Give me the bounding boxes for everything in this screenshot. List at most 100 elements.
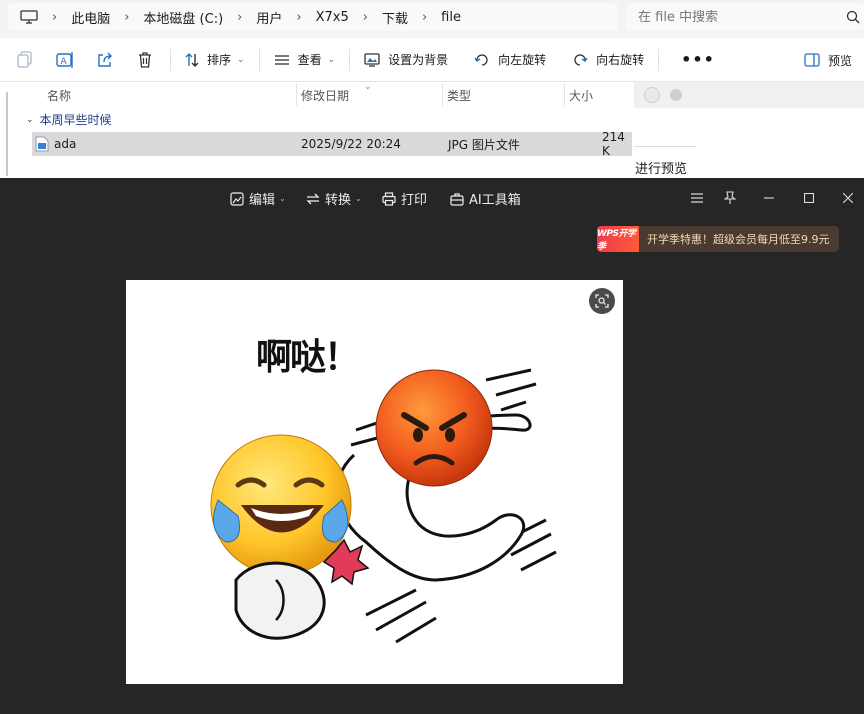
promo-banner[interactable]: WPS开学季 开学季特惠！超级会员每月低至9.9元 [597,226,839,252]
rotate-right-label: 向右旋转 [596,53,645,67]
set-background-button[interactable]: 设置为背景 [356,44,456,76]
file-name: ada [54,137,77,151]
printer-icon [382,191,396,206]
convert-label: 转换 [325,193,352,208]
wallpaper-icon [364,52,380,67]
column-header-type[interactable]: 类型 [447,84,471,106]
ai-toolbox-button[interactable]: AI工具箱 [450,189,521,208]
maximize-button[interactable] [794,186,824,210]
breadcrumb-downloads[interactable]: 下载 [382,8,408,27]
column-divider[interactable] [296,84,297,106]
breadcrumb-local-disk[interactable]: 本地磁盘 (C:) [143,8,223,27]
computer-icon [20,10,38,24]
print-button[interactable]: 打印 [382,189,427,208]
print-label: 打印 [401,193,428,208]
sort-button[interactable]: 排序 ⌄ [177,44,253,76]
preview-message: 进行预览 [635,162,688,177]
search-input[interactable] [638,9,838,25]
image-viewer-window: 编辑 ⌄ 转换 ⌄ 打印 AI工具箱 WPS开学季 开学季特惠！超级会员每月低至… [0,178,864,714]
chevron-down-icon: ⌄ [26,114,34,125]
view-icon [274,54,289,65]
sort-label: 排序 [207,53,232,67]
preview-avatar [644,87,660,103]
sort-indicator-icon: ⌄ [364,82,372,92]
sort-icon [185,52,199,67]
chevron-right-icon: › [124,9,130,25]
file-size: 214 K [602,130,625,158]
group-header[interactable]: ⌄ 本周早些时候 [26,111,112,128]
preview-pane: 进行预览 [632,82,864,178]
search-icon[interactable] [846,10,860,24]
close-button[interactable] [833,186,863,210]
convert-button[interactable]: 转换 ⌄ [306,189,362,208]
scan-icon [595,294,609,308]
breadcrumb-file[interactable]: file [441,10,461,25]
convert-icon [306,193,320,204]
toolbar-divider [349,48,351,71]
edit-image-icon [230,191,244,206]
pin-button[interactable] [715,186,745,210]
chevron-right-icon: › [296,9,302,25]
menu-button[interactable] [682,186,712,210]
edit-label: 编辑 [249,193,276,208]
scrollbar[interactable] [6,92,8,176]
rename-icon: A [56,51,73,68]
file-list: ⌄ 名称 修改日期 类型 大小 ⌄ 本周早些时候 ada 2025/9/22 2… [0,82,632,178]
view-label: 查看 [297,53,322,67]
chevron-down-icon: ⌄ [355,194,362,203]
edit-button[interactable]: 编辑 ⌄ [230,189,286,208]
minimize-button[interactable] [754,186,784,210]
trash-icon [139,51,151,68]
column-divider[interactable] [564,84,565,106]
toolbar-divider [258,48,260,71]
promo-text: 开学季特惠！超级会员每月低至9.9元 [647,233,830,246]
more-options-button[interactable]: ••• [673,44,723,76]
copy-button[interactable] [6,44,44,76]
column-header-date[interactable]: 修改日期 [301,84,349,106]
address-bar[interactable]: › 此电脑 › 本地磁盘 (C:) › 用户 › X7x5 › 下载 › fil… [8,3,618,31]
view-button[interactable]: 查看 ⌄ [266,44,344,76]
rotate-left-button[interactable]: 向左旋转 [466,44,554,76]
share-button[interactable] [86,44,124,76]
share-icon [98,52,112,67]
chevron-right-icon: › [52,9,58,25]
preview-pane-icon [804,53,820,67]
ai-toolbox-icon [450,192,464,206]
svg-text:A: A [61,57,68,67]
column-header-name[interactable]: 名称 [47,84,71,106]
chevron-down-icon: ⌄ [327,54,336,65]
explorer-address-row: › 此电脑 › 本地磁盘 (C:) › 用户 › X7x5 › 下载 › fil… [0,0,864,38]
scan-button[interactable] [589,288,615,314]
wps-promo-logo: WPS开学季 [597,226,639,252]
delete-button[interactable] [126,44,164,76]
toolbar-divider [170,48,171,71]
toolbar-divider [658,48,660,71]
rename-button[interactable]: A [46,44,84,76]
ai-toolbox-label: AI工具箱 [469,193,521,208]
rotate-left-label: 向左旋转 [498,53,547,67]
maximize-icon [804,193,814,203]
meme-illustration [210,368,557,644]
chevron-right-icon: › [237,9,243,25]
rotate-right-button[interactable]: 向右旋转 [564,44,652,76]
hamburger-icon [691,193,703,203]
group-label: 本周早些时候 [39,113,112,127]
pin-icon [724,191,736,204]
chevron-right-icon: › [421,9,428,25]
breadcrumb-this-pc[interactable]: 此电脑 [71,8,110,27]
rotate-left-icon [474,53,488,66]
column-header-size[interactable]: 大小 [569,84,593,106]
minimize-icon [764,197,774,199]
preview-header [634,82,864,108]
explorer-toolbar: A 排序 ⌄ 查看 ⌄ 设置为背景 向左旋转 向右旋转 ••• 预览 [0,38,864,82]
column-divider[interactable] [442,84,443,106]
image-file-icon [35,136,49,152]
set-background-label: 设置为背景 [388,53,449,67]
file-row[interactable]: ada 2025/9/22 20:24 JPG 图片文件 214 K [32,130,632,158]
search-box [626,3,864,31]
file-date: 2025/9/22 20:24 [301,137,401,151]
close-icon [843,193,853,203]
breadcrumb-users[interactable]: 用户 [256,8,282,27]
breadcrumb-user[interactable]: X7x5 [316,10,349,25]
preview-button[interactable]: 预览 [796,44,860,76]
